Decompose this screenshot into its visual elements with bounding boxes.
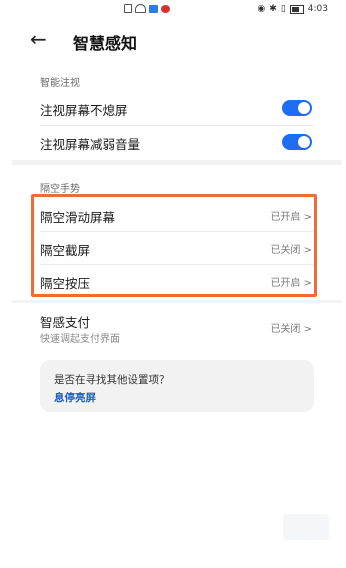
status-time: 4:03 — [307, 4, 328, 14]
toggle-knob — [298, 136, 310, 148]
setting-row-smart-pay[interactable]: 智感支付 快速调起支付界面 已关闭 > — [40, 306, 314, 346]
huawei-icon — [161, 4, 170, 13]
status-icons-center — [124, 4, 170, 13]
header: ← 智慧感知 — [0, 28, 346, 53]
suggestion-card: 是否在寻找其他设置项？ 息停亮屏 — [40, 360, 314, 412]
status-icons-right: ◉ ✱ ▯ 4:03 — [257, 4, 328, 14]
section-separator — [12, 300, 342, 303]
toggle-switch[interactable] — [282, 134, 312, 150]
status-bar: ◉ ✱ ▯ 4:03 — [0, 0, 346, 20]
suggestion-question: 是否在寻找其他设置项？ — [54, 374, 170, 386]
document-icon — [124, 4, 132, 13]
toggle-switch[interactable] — [282, 100, 312, 116]
vibrate-icon: ▯ — [280, 4, 286, 14]
wifi-icon — [135, 4, 146, 13]
section-title-air-gesture: 隔空手势 — [40, 184, 80, 195]
setting-label: 注视屏幕不熄屏 — [40, 103, 128, 118]
floating-panel — [283, 514, 329, 540]
highlight-box — [31, 194, 317, 297]
section-title-smart-gaze: 智能注视 — [40, 78, 80, 89]
eye-icon: ◉ — [257, 4, 266, 14]
setting-label: 智感支付 — [40, 315, 91, 330]
app-notification-icon — [149, 4, 158, 13]
setting-label: 注视屏幕减弱音量 — [40, 137, 141, 152]
page-title: 智慧感知 — [73, 34, 138, 53]
setting-row-gaze-lower-volume[interactable]: 注视屏幕减弱音量 — [40, 125, 314, 159]
toggle-knob — [298, 102, 310, 114]
battery-icon — [289, 4, 304, 14]
suggestion-link[interactable]: 息停亮屏 — [54, 390, 96, 405]
back-arrow-icon[interactable]: ← — [30, 28, 47, 50]
setting-status: 已关闭 > — [270, 324, 312, 335]
bluetooth-icon: ✱ — [269, 4, 277, 14]
setting-row-gaze-keep-screen[interactable]: 注视屏幕不熄屏 — [40, 91, 314, 125]
setting-subtitle: 快速调起支付界面 — [40, 334, 120, 345]
section-separator — [12, 160, 342, 165]
